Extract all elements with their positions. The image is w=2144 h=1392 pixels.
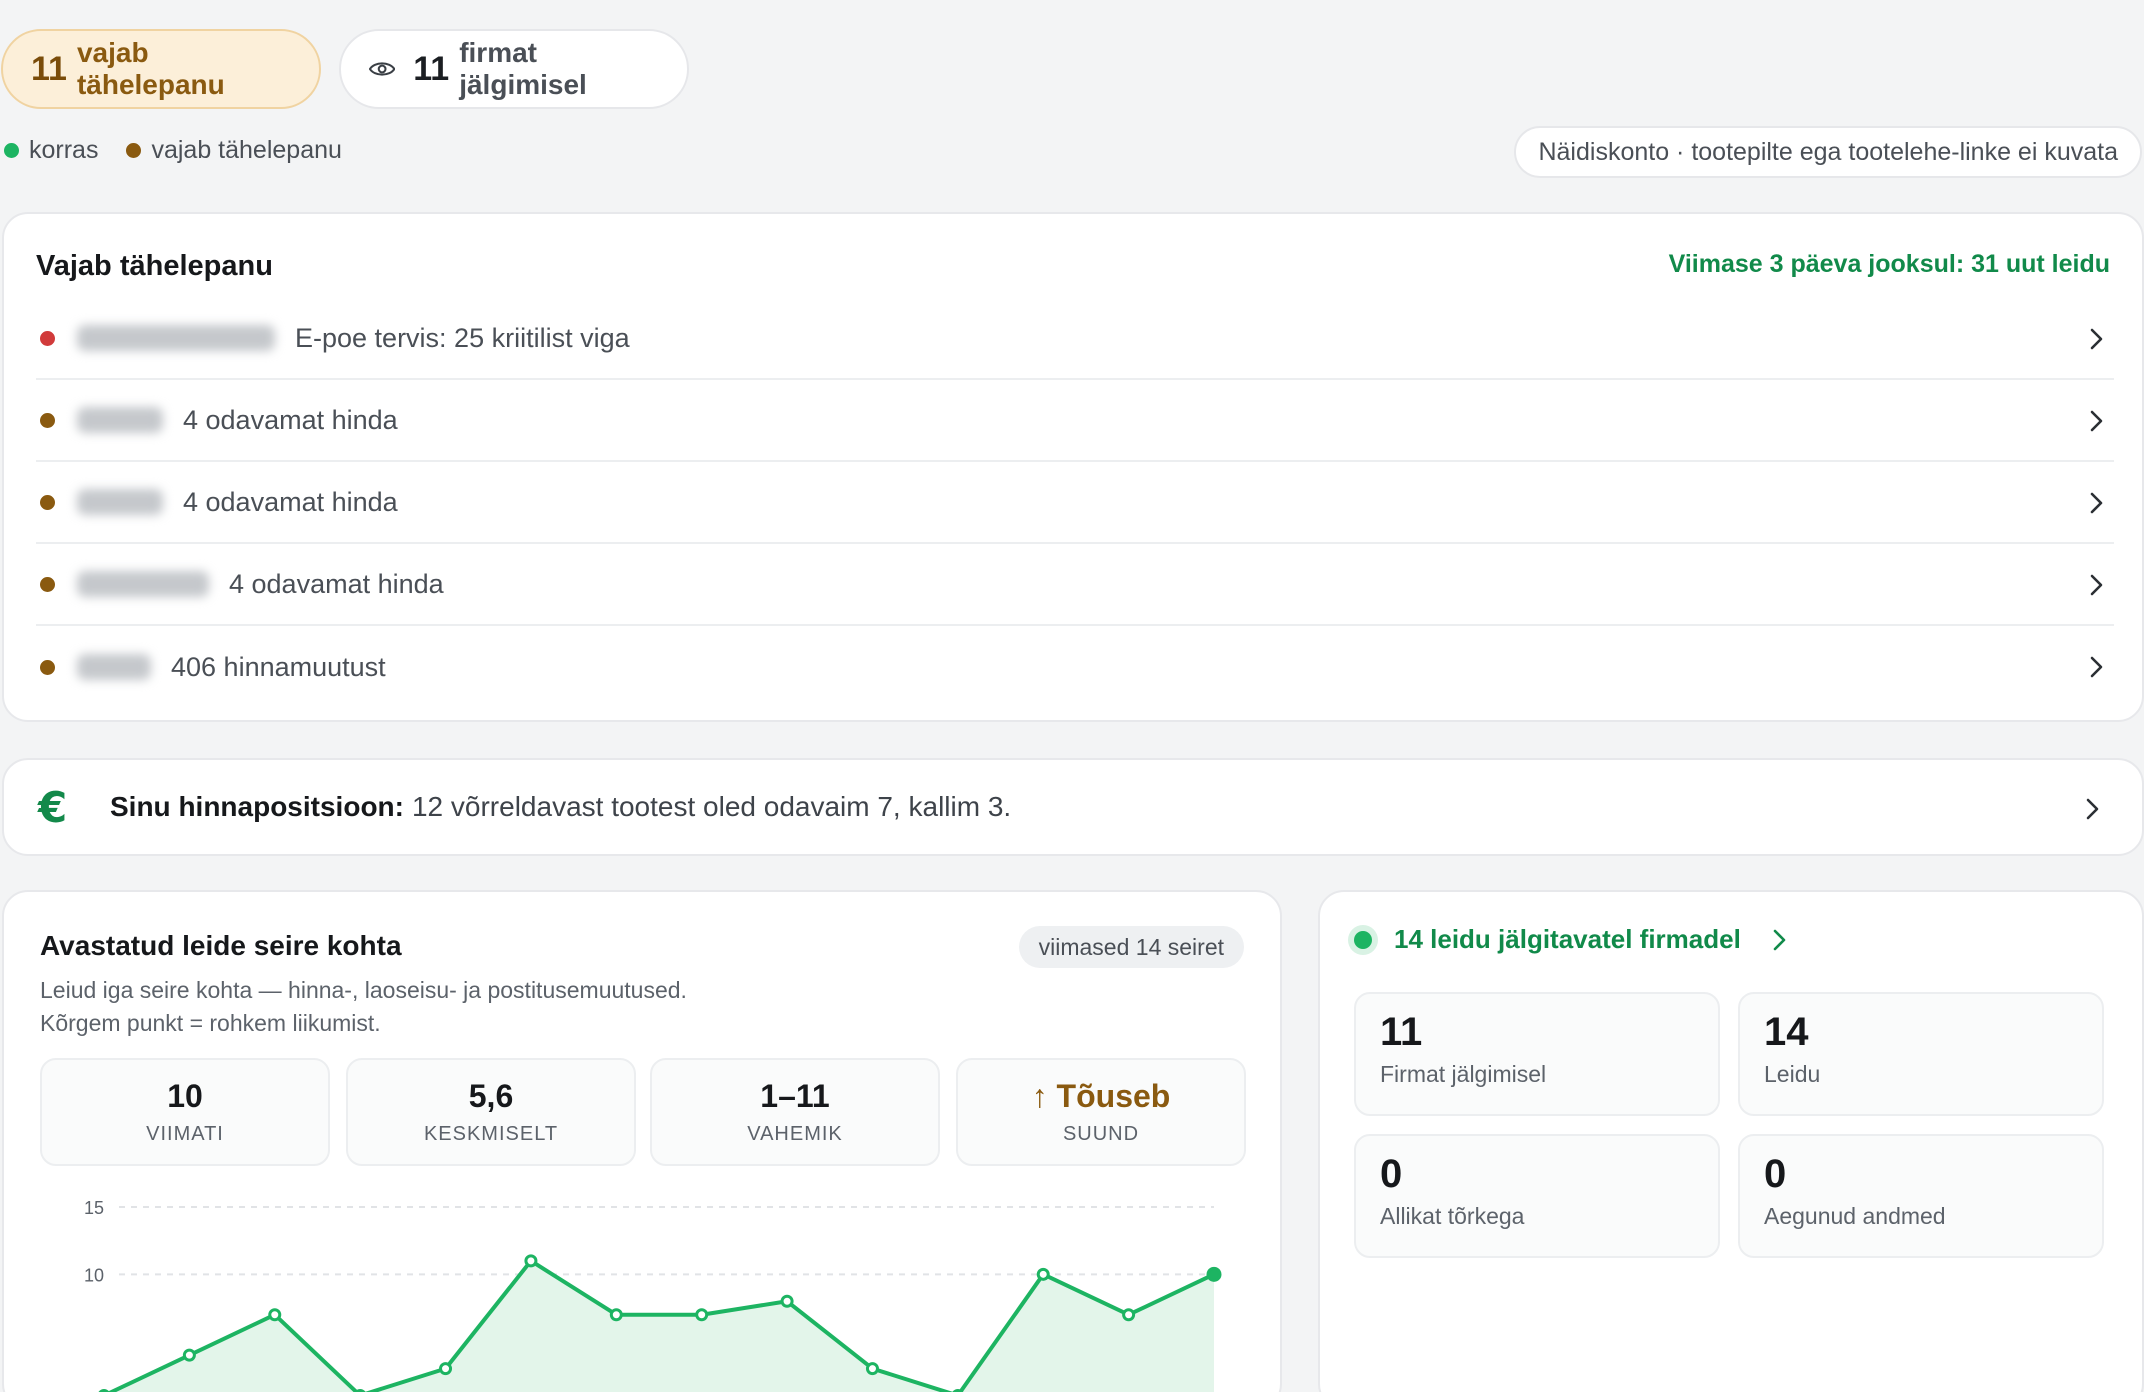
y-tick-label: 15 [84,1198,104,1218]
warn-dot-icon [40,659,55,675]
chevron-right-icon [2090,656,2103,678]
price-position-card[interactable]: € Sinu hinnapositsioon: 12 võrreldavast t… [2,758,2144,856]
chart-title: Avastatud leide seire kohta [40,930,402,961]
chevron-right-icon [1773,929,1786,950]
stat-value: ↑ Tõuseb [1031,1078,1171,1114]
critical-dot-icon [40,330,55,346]
attention-row[interactable]: 4 odavamat hinda [36,462,2114,544]
data-point [609,1308,623,1322]
data-point [182,1348,196,1362]
findings-summary-link[interactable]: 14 leidu jälgitavatel firmadel [1354,924,1787,955]
summary-value: 0 [1764,1152,1787,1196]
y-tick-label: 10 [84,1265,104,1285]
legend-ok: korras [4,136,98,165]
chevron-right-icon [2090,574,2103,596]
stat-range: 1–11 VAHEMIK [650,1058,940,1166]
stat-average: 5,6 KESKMISELT [346,1058,636,1166]
findings-chart-card: Avastatud leide seire kohta viimased 14 … [2,890,1282,1392]
stat-label: SUUND [1062,1123,1140,1145]
data-point [1122,1308,1136,1322]
summary-label: Aegunud andmed [1764,1203,1946,1229]
attention-row[interactable]: 406 hinnamuutust [36,626,2114,708]
stat-label: VAHEMIK [747,1123,843,1145]
stat-value: 1–11 [760,1078,830,1114]
data-point [865,1362,879,1376]
attention-card: Vajab tähelepanu Viimase 3 päeva jooksul… [2,212,2144,722]
demo-account-notice: Näidiskonto · tootepilte ega tootelehe-l… [1514,126,2142,178]
warn-dot-icon [126,143,142,158]
summary-label: Leidu [1764,1061,1821,1087]
chart-range-badge: viimased 14 seiret [1018,926,1244,968]
price-position-summary: 12 võrreldavast tootest oled odavaim 7, … [411,791,1012,822]
stat-label: KESKMISELT [423,1123,559,1145]
attention-row[interactable]: E-poe tervis: 25 kriitilist viga [36,298,2114,380]
attention-row[interactable]: 4 odavamat hinda [36,544,2114,626]
attention-filter-pill[interactable]: 11 vajab tähelepanu [1,29,321,109]
summary-box-findings: 14 Leidu [1738,992,2104,1116]
data-point [524,1254,538,1268]
data-point [439,1362,453,1376]
attention-label: vajab tähelepanu [76,37,225,100]
eye-icon [369,62,396,76]
attention-row-text: E-poe tervis: 25 kriitilist viga [295,322,630,353]
attention-row-text: 4 odavamat hinda [229,568,444,599]
watched-label: firmat jälgimisel [459,37,587,100]
summary-box-watched: 11 Firmat jälgimisel [1354,992,1720,1116]
warn-dot-icon [40,494,55,510]
attention-list: E-poe tervis: 25 kriitilist viga 4 odava… [36,298,2114,708]
stat-label: VIIMATI [146,1123,224,1145]
stat-value: 5,6 [468,1078,514,1114]
summary-value: 0 [1380,1152,1403,1196]
stat-trend: ↑ Tõuseb SUUND [956,1058,1246,1166]
warn-dot-icon [40,576,55,592]
attention-count: 11 [31,49,67,88]
chevron-right-icon [2090,492,2103,514]
data-point [780,1294,794,1308]
data-point [268,1308,282,1322]
stat-value: 10 [167,1078,203,1114]
attention-row[interactable]: 4 odavamat hinda [36,380,2114,462]
company-name-redacted [77,325,275,351]
warn-dot-icon [40,412,55,428]
chevron-right-icon [2090,328,2103,350]
summary-box-stale-data: 0 Aegunud andmed [1738,1134,2104,1258]
price-position-text: Sinu hinnapositsioon: 12 võrreldavast too… [110,791,1011,823]
chart-description: Leiud iga seire kohta — hinna-, laoseisu… [40,977,687,1036]
attention-row-text: 4 odavamat hinda [183,404,398,435]
recent-findings-link[interactable]: Viimase 3 päeva jooksul: 31 uut leidu [1669,250,2110,279]
watched-count: 11 [413,49,450,88]
company-name-redacted [77,489,163,515]
summary-value: 11 [1380,1010,1423,1054]
chevron-right-icon [2086,798,2099,820]
company-name-redacted [77,654,151,680]
summary-label: Firmat jälgimisel [1380,1061,1547,1087]
summary-label: Allikat tõrkega [1380,1203,1525,1229]
summary-box-source-errors: 0 Allikat tõrkega [1354,1134,1720,1258]
company-name-redacted [77,407,163,433]
legend-ok-label: korras [29,136,99,164]
legend-warn: vajab tähelepanu [126,136,342,165]
legend-warn-label: vajab tähelepanu [151,136,342,164]
ok-dot-icon [1354,930,1372,949]
findings-summary-head: 14 leidu jälgitavatel firmadel [1394,924,1741,954]
attention-title: Vajab tähelepanu [36,250,273,282]
status-legend: korras vajab tähelepanu [4,136,370,165]
attention-row-text: 406 hinnamuutust [171,651,386,682]
findings-summary-card: 14 leidu jälgitavatel firmadel 11 Firmat… [1318,890,2144,1392]
findings-line-chart: 1510 [84,1198,1222,1392]
ok-dot-icon [4,143,19,158]
watched-companies-pill[interactable]: 11 firmat jälgimisel [339,29,689,109]
summary-value: 14 [1764,1010,1809,1054]
data-point [695,1308,709,1322]
company-name-redacted [77,571,209,597]
price-position-label: Sinu hinnapositsioon: [110,791,404,822]
stat-latest: 10 VIIMATI [40,1058,330,1166]
euro-icon: € [38,782,68,832]
attention-row-text: 4 odavamat hinda [183,486,398,517]
data-point [1036,1267,1050,1281]
data-point [1206,1266,1222,1282]
series-area [111,1260,1214,1392]
chevron-right-icon [2090,410,2103,432]
